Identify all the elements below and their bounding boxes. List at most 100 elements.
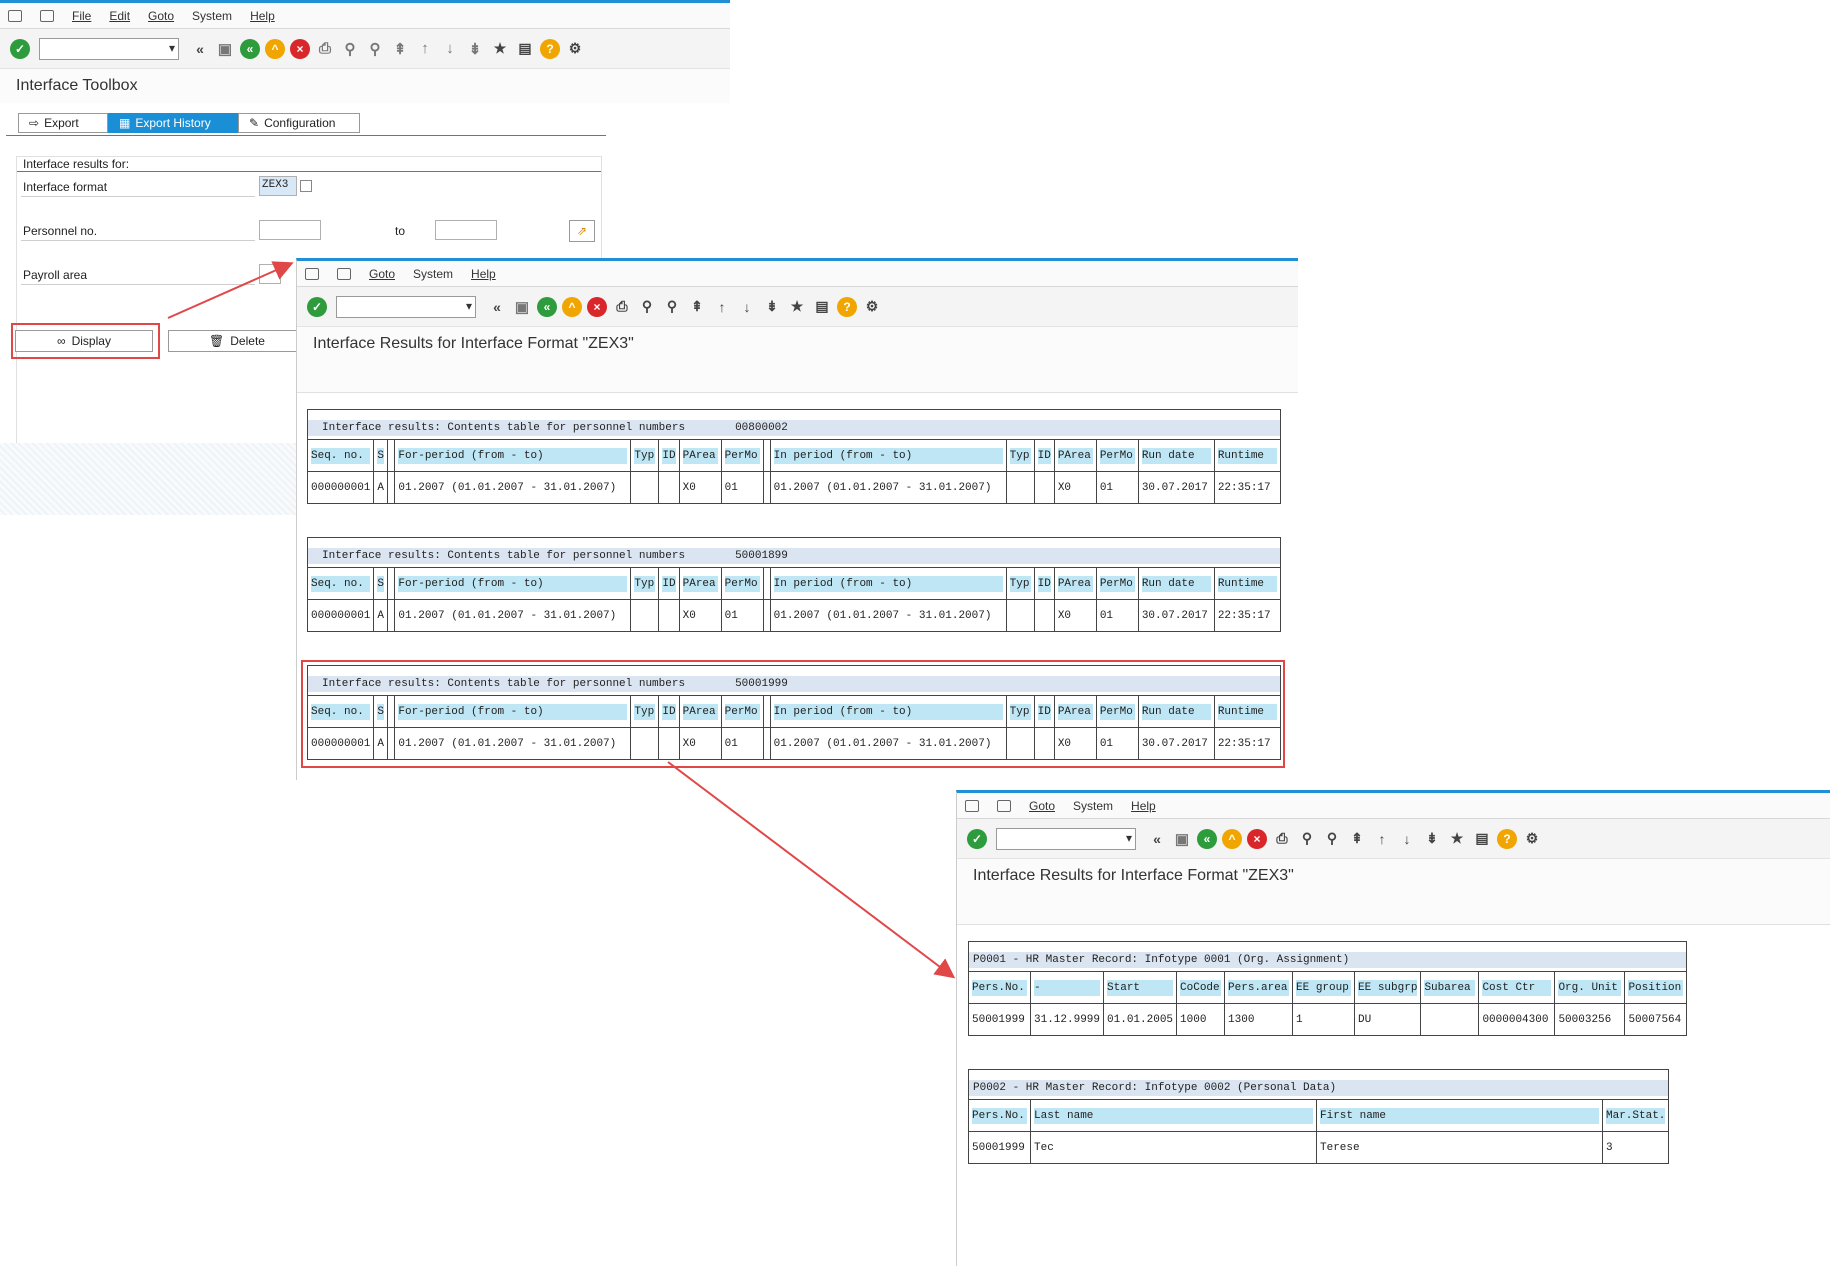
settings-icon[interactable]: ⚙ bbox=[862, 297, 882, 317]
column-header[interactable] bbox=[762, 439, 771, 472]
cancel-icon[interactable]: × bbox=[290, 38, 310, 59]
menu-goto[interactable]: Goto bbox=[1029, 799, 1055, 813]
column-header[interactable]: PerMo bbox=[1095, 439, 1139, 472]
column-header[interactable]: PArea bbox=[678, 439, 722, 472]
menu-icon[interactable] bbox=[8, 9, 22, 22]
personalize-icon[interactable] bbox=[337, 267, 351, 280]
column-header[interactable] bbox=[762, 567, 771, 600]
column-header[interactable] bbox=[387, 439, 396, 472]
save-icon[interactable]: ▣ bbox=[1172, 829, 1192, 849]
back-icon[interactable]: « bbox=[487, 297, 507, 317]
column-header[interactable]: Run date bbox=[1137, 439, 1215, 472]
prev-page-icon[interactable]: ↑ bbox=[1372, 829, 1392, 849]
delete-button[interactable]: 🗑 Delete bbox=[168, 330, 306, 352]
cancel-icon[interactable]: × bbox=[587, 296, 607, 317]
column-header[interactable]: Typ bbox=[1005, 439, 1035, 472]
column-header[interactable]: Seq. no. bbox=[306, 567, 375, 600]
next-page-icon[interactable]: ↓ bbox=[440, 39, 460, 59]
personalize-icon[interactable] bbox=[40, 9, 54, 22]
personnel-no-from-input[interactable] bbox=[259, 220, 321, 240]
cancel-icon[interactable]: × bbox=[1247, 828, 1267, 849]
column-header[interactable]: Start bbox=[1103, 971, 1178, 1004]
last-page-icon[interactable]: ⇟ bbox=[465, 39, 485, 59]
column-header[interactable]: ID bbox=[1033, 439, 1055, 472]
column-header[interactable]: ID bbox=[658, 567, 680, 600]
column-header[interactable]: PerMo bbox=[720, 567, 764, 600]
column-header[interactable]: CoCode bbox=[1176, 971, 1226, 1004]
find-next-icon[interactable]: ⚲ bbox=[1322, 829, 1342, 849]
green-back-icon[interactable]: « bbox=[537, 296, 557, 317]
personnel-no-to-input[interactable] bbox=[435, 220, 497, 240]
ok-icon[interactable]: ✓ bbox=[307, 296, 327, 317]
settings-icon[interactable]: ⚙ bbox=[1522, 829, 1542, 849]
save-icon[interactable]: ▣ bbox=[215, 39, 235, 59]
payroll-area-input[interactable] bbox=[259, 264, 281, 284]
next-page-icon[interactable]: ↓ bbox=[1397, 829, 1417, 849]
column-header[interactable] bbox=[387, 567, 396, 600]
column-header[interactable]: Subarea bbox=[1420, 971, 1480, 1004]
column-header[interactable]: ID bbox=[1033, 567, 1055, 600]
help-icon[interactable]: ? bbox=[837, 296, 857, 317]
new-session-icon[interactable]: ★ bbox=[490, 39, 510, 59]
green-back-icon[interactable]: « bbox=[1197, 828, 1217, 849]
find-icon[interactable]: ⚲ bbox=[340, 39, 360, 59]
prev-page-icon[interactable]: ↑ bbox=[712, 297, 732, 317]
table-row[interactable]: 000000001 A 01.2007 (01.01.2007 - 31.01.20… bbox=[306, 599, 1281, 632]
interface-format-input[interactable]: ZEX3 bbox=[259, 176, 297, 196]
settings-icon[interactable]: ⚙ bbox=[565, 39, 585, 59]
column-header[interactable]: In period (from - to) bbox=[769, 567, 1007, 600]
column-header[interactable]: PArea bbox=[678, 567, 722, 600]
find-icon[interactable]: ⚲ bbox=[1297, 829, 1317, 849]
back-icon[interactable]: « bbox=[190, 39, 210, 59]
command-field[interactable] bbox=[39, 37, 179, 60]
column-header[interactable]: PerMo bbox=[720, 439, 764, 472]
up-icon[interactable]: ^ bbox=[562, 296, 582, 317]
green-back-icon[interactable]: « bbox=[240, 38, 260, 59]
table-row[interactable]: 50001999 Tec Terese 3 bbox=[968, 1131, 1670, 1164]
table-row[interactable]: 50001999 31.12.9999 01.01.2005 1000 1300 1 DU 0… bbox=[968, 1003, 1688, 1036]
menu-help[interactable]: Help bbox=[250, 9, 275, 23]
column-header[interactable]: Pers.No. bbox=[968, 1099, 1031, 1132]
column-header[interactable]: PArea bbox=[1053, 567, 1097, 600]
column-header[interactable]: Org. Unit bbox=[1554, 971, 1626, 1004]
new-session-icon[interactable]: ★ bbox=[787, 297, 807, 317]
save-icon[interactable]: ▣ bbox=[512, 297, 532, 317]
up-icon[interactable]: ^ bbox=[1222, 828, 1242, 849]
column-header[interactable]: Pers.area bbox=[1224, 971, 1294, 1004]
last-page-icon[interactable]: ⇟ bbox=[762, 297, 782, 317]
shortcut-icon[interactable]: ▤ bbox=[1472, 829, 1492, 849]
menu-edit[interactable]: Edit bbox=[109, 9, 130, 23]
tab-export[interactable]: ⇨ Export bbox=[18, 113, 108, 133]
menu-goto[interactable]: Goto bbox=[148, 9, 174, 23]
up-icon[interactable]: ^ bbox=[265, 38, 285, 59]
last-page-icon[interactable]: ⇟ bbox=[1422, 829, 1442, 849]
menu-file[interactable]: File bbox=[72, 9, 91, 23]
new-session-icon[interactable]: ★ bbox=[1447, 829, 1467, 849]
command-field[interactable] bbox=[336, 295, 476, 318]
column-header[interactable]: Last name bbox=[1030, 1099, 1317, 1132]
menu-system[interactable]: System bbox=[413, 267, 453, 281]
shortcut-icon[interactable]: ▤ bbox=[515, 39, 535, 59]
table-row[interactable]: 000000001 A 01.2007 (01.01.2007 - 31.01.20… bbox=[306, 471, 1281, 504]
prev-page-icon[interactable]: ↑ bbox=[415, 39, 435, 59]
print-icon[interactable]: ⎙ bbox=[315, 39, 335, 59]
column-header[interactable]: Run date bbox=[1137, 567, 1215, 600]
column-header[interactable]: Pers.No. bbox=[968, 971, 1031, 1004]
ok-icon[interactable]: ✓ bbox=[967, 828, 987, 849]
shortcut-icon[interactable]: ▤ bbox=[812, 297, 832, 317]
column-header[interactable]: EE group bbox=[1292, 971, 1356, 1004]
menu-icon[interactable] bbox=[305, 267, 319, 280]
column-header[interactable]: In period (from - to) bbox=[769, 439, 1007, 472]
column-header[interactable]: S bbox=[373, 439, 389, 472]
tab-export-history[interactable]: ▦ Export History bbox=[108, 113, 238, 133]
column-header[interactable]: S bbox=[373, 567, 389, 600]
find-next-icon[interactable]: ⚲ bbox=[365, 39, 385, 59]
column-header[interactable]: First name bbox=[1316, 1099, 1603, 1132]
menu-help[interactable]: Help bbox=[1131, 799, 1156, 813]
print-icon[interactable]: ⎙ bbox=[1272, 829, 1292, 849]
find-icon[interactable]: ⚲ bbox=[637, 297, 657, 317]
column-header[interactable]: Typ bbox=[630, 439, 660, 472]
column-header[interactable]: Cost Ctr bbox=[1478, 971, 1556, 1004]
column-header[interactable]: EE subgrp bbox=[1354, 971, 1422, 1004]
find-next-icon[interactable]: ⚲ bbox=[662, 297, 682, 317]
